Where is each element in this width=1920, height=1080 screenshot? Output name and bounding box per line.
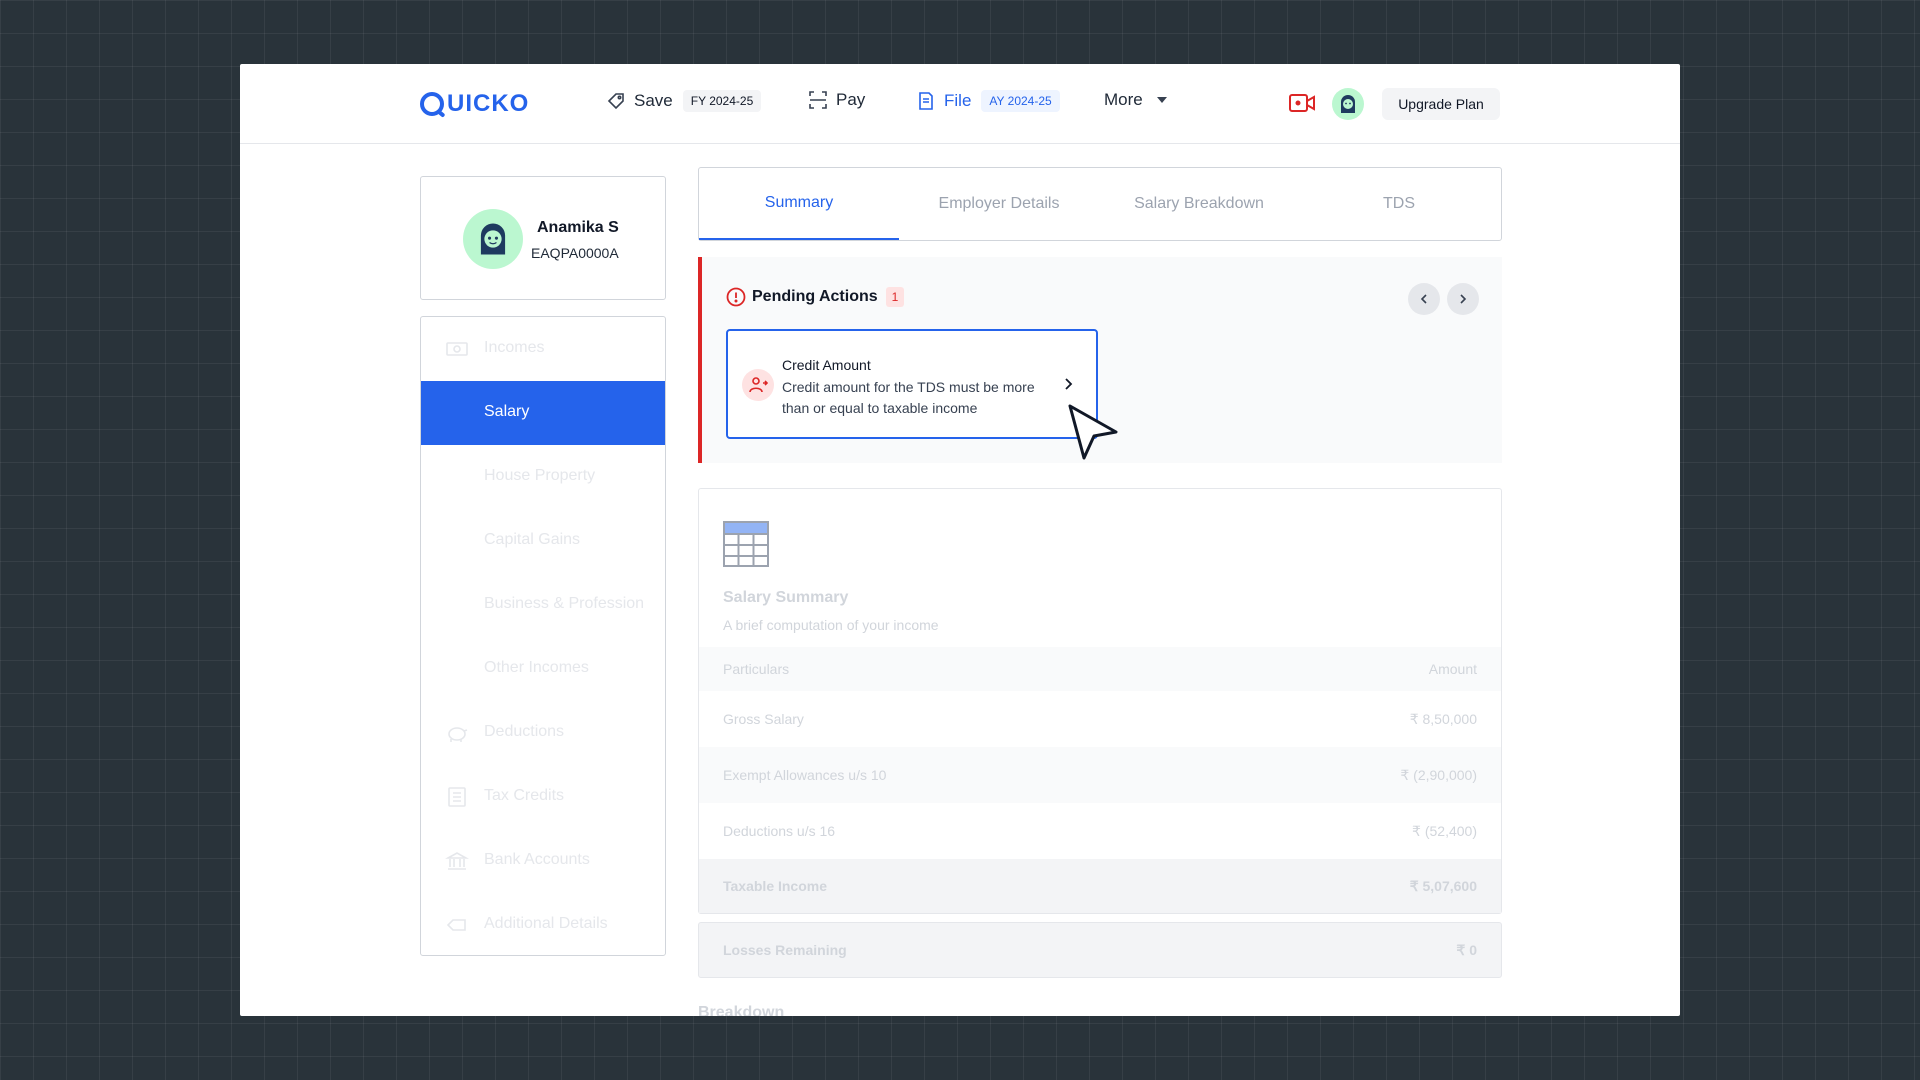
- profile-avatar: [463, 209, 523, 269]
- sidebar-item-label: Capital Gains: [484, 531, 581, 548]
- sidebar-item-label: Business & Profession: [484, 595, 645, 612]
- sidebar-item-bank-accounts[interactable]: Bank Accounts: [421, 829, 665, 893]
- user-transfer-icon: [742, 369, 774, 401]
- sidebar-item-label: Incomes: [484, 339, 545, 356]
- fy-badge: FY 2024-25: [682, 90, 762, 112]
- caret-down-icon: [1156, 97, 1167, 103]
- summary-title: Salary Summary: [723, 589, 849, 606]
- ay-badge: AY 2024-25: [981, 90, 1060, 112]
- table-row: Gross Salary ₹ 8,50,000: [699, 691, 1501, 747]
- pending-count-badge: 1: [885, 287, 905, 307]
- upgrade-plan-button[interactable]: Upgrade Plan: [1382, 88, 1500, 120]
- nav-pay[interactable]: Pay: [808, 90, 865, 110]
- row-amount: ₹ 5,07,600: [1409, 877, 1477, 894]
- chevron-right-icon: [1460, 294, 1467, 304]
- action-card-description: Credit amount for the TDS must be more t…: [782, 379, 1035, 416]
- tab-employer-details[interactable]: Employer Details: [899, 168, 1099, 240]
- row-label: Exempt Allowances u/s 10: [723, 767, 887, 783]
- sidebar-item-salary[interactable]: Salary: [421, 381, 665, 445]
- nav-file-label: File: [944, 91, 972, 110]
- tag-icon: [607, 93, 624, 110]
- table-row: Exempt Allowances u/s 10 ₹ (2,90,000): [699, 747, 1501, 803]
- sidebar-item-capital-gains[interactable]: Capital Gains: [421, 509, 665, 573]
- row-label: Gross Salary: [723, 711, 804, 727]
- nav-save[interactable]: Save FY 2024-25: [606, 90, 762, 112]
- sidebar-item-house-property[interactable]: House Property: [421, 445, 665, 509]
- sidebar-item-additional-details[interactable]: Additional Details: [421, 893, 665, 955]
- table-icon: [723, 521, 769, 567]
- nav-pay-label: Pay: [836, 90, 866, 109]
- nav-more-label: More: [1104, 90, 1143, 109]
- sidebar-item-other-incomes[interactable]: Other Incomes: [421, 637, 665, 701]
- user-avatar[interactable]: [1332, 88, 1364, 120]
- sidebar-item-incomes[interactable]: Incomes: [421, 317, 665, 381]
- sidebar-item-label: Salary: [484, 403, 530, 420]
- receipt-icon: [448, 787, 466, 807]
- logo-q-icon: [420, 92, 444, 116]
- next-button[interactable]: [1447, 283, 1479, 315]
- nav-file[interactable]: File AY 2024-25: [916, 90, 1060, 112]
- pending-actions-title: Pending Actions: [752, 288, 878, 305]
- quicko-logo[interactable]: UICKO: [420, 90, 529, 118]
- mouse-pointer-icon: [1068, 404, 1118, 460]
- table-row: Deductions u/s 16 ₹ (52,400): [699, 803, 1501, 859]
- profile-pan: EAQPA0000A: [531, 245, 619, 261]
- logo-text: UICKO: [447, 90, 530, 117]
- bank-icon: [445, 852, 469, 870]
- app-window: UICKO Save FY 2024-25 Pay File AY 2024-2…: [240, 64, 1680, 1016]
- video-camera-icon[interactable]: [1288, 92, 1316, 114]
- tab-tds[interactable]: TDS: [1299, 168, 1499, 240]
- cash-icon: [446, 342, 468, 356]
- sidebar: Incomes Salary House Property Capital Ga…: [420, 316, 666, 956]
- piggy-bank-icon: [448, 727, 468, 742]
- row-amount: ₹ (2,90,000): [1400, 766, 1477, 783]
- sidebar-item-label: Other Incomes: [484, 659, 589, 676]
- tag-icon: [446, 919, 466, 931]
- salary-tabs: Summary Employer Details Salary Breakdow…: [698, 167, 1502, 241]
- table-header: Particulars Amount: [699, 647, 1501, 691]
- tab-salary-breakdown[interactable]: Salary Breakdown: [1099, 168, 1299, 240]
- col-particulars: Particulars: [723, 661, 790, 677]
- sidebar-item-label: Additional Details: [484, 915, 608, 932]
- avatar-face-icon: [480, 223, 506, 255]
- file-icon: [919, 92, 933, 110]
- losses-label: Losses Remaining: [723, 942, 847, 958]
- alert-circle-icon: [726, 287, 746, 307]
- breakdown-heading: Breakdown: [698, 1004, 785, 1016]
- row-amount: ₹ 8,50,000: [1409, 710, 1477, 727]
- row-label: Deductions u/s 16: [723, 823, 836, 839]
- scan-icon: [809, 91, 827, 109]
- row-label: Taxable Income: [723, 878, 828, 894]
- prev-button[interactable]: [1408, 283, 1440, 315]
- sidebar-item-label: Bank Accounts: [484, 851, 590, 868]
- top-navbar: UICKO Save FY 2024-25 Pay File AY 2024-2…: [240, 64, 1680, 144]
- nav-save-label: Save: [634, 91, 673, 110]
- tab-summary[interactable]: Summary: [699, 168, 899, 240]
- salary-summary-card: Salary Summary A brief computation of yo…: [698, 488, 1502, 914]
- losses-remaining-row: Losses Remaining ₹ 0: [698, 922, 1502, 978]
- sidebar-item-business-profession[interactable]: Business & Profession: [421, 573, 665, 637]
- pending-actions-header: Pending Actions 1: [726, 287, 905, 307]
- sidebar-item-deductions[interactable]: Deductions: [421, 701, 665, 765]
- nav-more[interactable]: More: [1104, 90, 1167, 110]
- chevron-right-icon: [1065, 378, 1073, 390]
- row-amount: ₹ (52,400): [1412, 822, 1477, 839]
- credit-amount-action-card[interactable]: Credit Amount Credit amount for the TDS …: [726, 329, 1098, 439]
- avatar-face-icon: [1341, 95, 1355, 113]
- sidebar-item-tax-credits[interactable]: Tax Credits: [421, 765, 665, 829]
- sidebar-item-label: Deductions: [484, 723, 565, 740]
- profile-name: Anamika S: [537, 219, 619, 236]
- sidebar-item-label: Tax Credits: [484, 787, 565, 804]
- sidebar-item-label: House Property: [484, 467, 596, 484]
- col-amount: Amount: [1428, 661, 1477, 677]
- chevron-left-icon: [1420, 294, 1427, 304]
- taxable-income-row: Taxable Income ₹ 5,07,600: [699, 859, 1501, 913]
- summary-subtitle: A brief computation of your income: [723, 617, 939, 633]
- profile-card: Anamika S EAQPA0000A: [420, 176, 666, 300]
- action-card-title: Credit Amount: [782, 357, 871, 373]
- losses-amount: ₹ 0: [1456, 941, 1477, 958]
